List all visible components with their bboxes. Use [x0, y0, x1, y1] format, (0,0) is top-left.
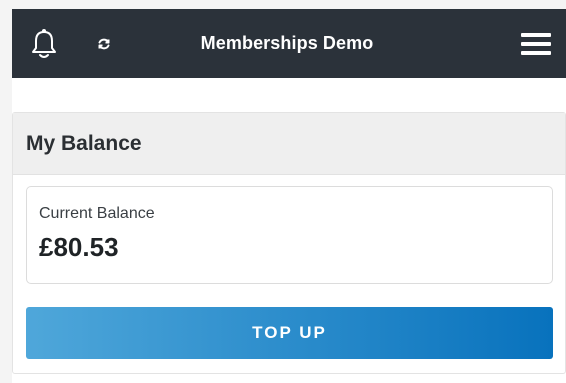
- menu-bar: [521, 33, 551, 37]
- current-balance-box: Current Balance £80.53: [26, 186, 553, 284]
- current-balance-value: £80.53: [39, 232, 119, 262]
- current-balance-label: Current Balance: [39, 205, 155, 222]
- hamburger-menu-icon[interactable]: [521, 33, 551, 55]
- top-navbar: Memberships Demo: [12, 9, 566, 78]
- top-up-button[interactable]: TOP UP: [26, 307, 553, 359]
- card-header: My Balance: [13, 113, 565, 175]
- bell-icon[interactable]: [31, 28, 57, 60]
- app-title: Memberships Demo: [200, 33, 374, 53]
- balance-card: My Balance Current Balance £80.53 TOP UP: [12, 112, 566, 374]
- menu-bar: [521, 51, 551, 55]
- card-title: My Balance: [26, 132, 142, 155]
- menu-bar: [521, 42, 551, 46]
- refresh-icon[interactable]: [96, 36, 112, 52]
- app-window: Memberships Demo My Balance Current Bala…: [12, 9, 566, 383]
